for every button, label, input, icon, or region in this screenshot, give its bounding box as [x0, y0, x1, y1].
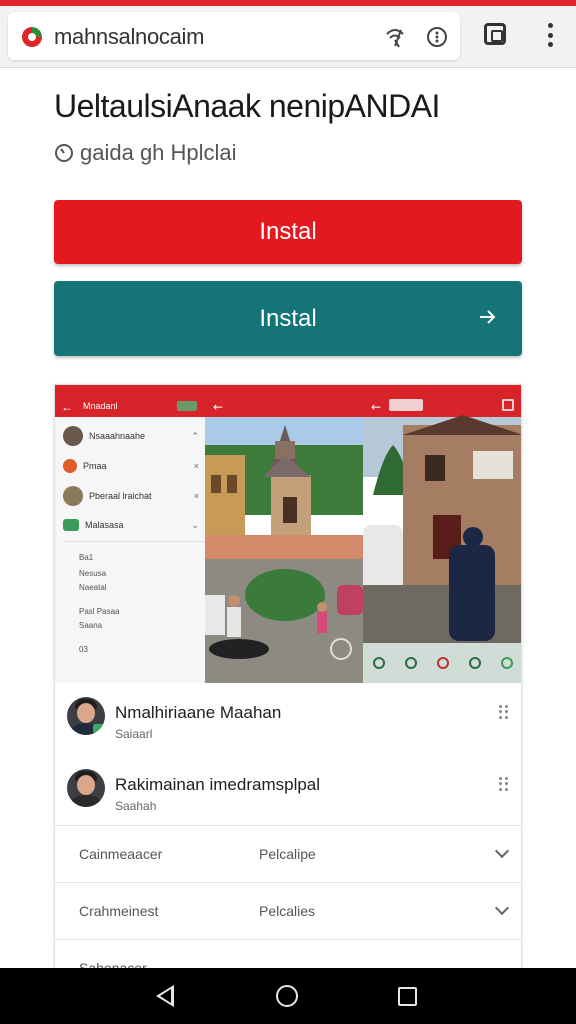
- chevron-up-icon: ⌃: [191, 431, 199, 441]
- more-vert-icon[interactable]: [538, 20, 562, 50]
- list-line: Ba1: [79, 553, 94, 562]
- clock-icon: [55, 144, 73, 162]
- contact-status: Saahah: [115, 799, 157, 813]
- profile-icon: [501, 657, 513, 669]
- url-text[interactable]: mahnsalnocaim: [54, 24, 204, 50]
- chevron-down-icon[interactable]: [494, 843, 510, 859]
- home-circle-icon[interactable]: [276, 985, 298, 1007]
- contact-name: Rakimainan imedramsplpal: [115, 775, 321, 794]
- contact-row[interactable]: Rakimainan imedramsplpal Saahah: [55, 755, 521, 827]
- list-item-label: Pberaal lraichat: [89, 491, 152, 501]
- church-photo-image: ←: [205, 385, 363, 683]
- screenshot-list[interactable]: ← Mnadanl Nsaaahnaahe ⌃ Pmaa × Pberaal l…: [55, 385, 205, 683]
- home-icon: [373, 657, 385, 669]
- screenshot-photo-building[interactable]: ←: [363, 385, 521, 683]
- list-line: 03: [79, 645, 88, 654]
- drag-handle-icon[interactable]: [499, 705, 509, 719]
- chat-icon: [469, 657, 481, 669]
- info-icon[interactable]: [424, 24, 450, 50]
- setting-value: Pelcalipe: [259, 846, 316, 862]
- drag-handle-icon[interactable]: [499, 777, 509, 791]
- recent-apps-icon[interactable]: [398, 987, 417, 1006]
- contact-status: Saiaarl: [115, 727, 153, 741]
- list-item: Pmaa: [63, 455, 197, 477]
- list-line: Pasl Pasaa: [79, 607, 120, 616]
- pin-icon: [437, 657, 449, 669]
- screenshot-list-appbar: ← Mnadanl: [55, 395, 205, 417]
- list-item: Nsaaahnaahe: [63, 425, 197, 447]
- contact-name: Nmalhiriaane Maahan: [115, 703, 282, 722]
- address-bar[interactable]: mahnsalnocaim: [8, 12, 460, 60]
- install-button-primary[interactable]: Instal: [54, 200, 522, 264]
- setting-row[interactable]: Crahmeinest Pelcalies: [55, 882, 521, 939]
- list-item-label: Nsaaahnaahe: [89, 431, 146, 441]
- install-button-secondary[interactable]: Instal: [54, 281, 522, 356]
- back-icon[interactable]: [156, 985, 174, 1007]
- close-icon: ×: [193, 491, 199, 501]
- subtitle: gaida gh Hplclai: [54, 140, 237, 166]
- avatar: [63, 459, 77, 473]
- setting-value: Pelcalies: [259, 903, 316, 919]
- subtitle-text: gaida gh Hplclai: [80, 140, 237, 165]
- list-item: Pberaal lraichat: [63, 485, 197, 507]
- page-title: UeltaulsiAnaak nenipANDAI: [54, 88, 440, 124]
- list-line: Naeatal: [79, 583, 107, 592]
- chevron-down-icon: ⌄: [191, 520, 199, 530]
- setting-label: Crahmeinest: [79, 903, 159, 919]
- tab-switcher-icon[interactable]: [484, 23, 506, 45]
- signal-icon[interactable]: [382, 24, 408, 50]
- avatar: [67, 697, 105, 735]
- browser-toolbar: mahnsalnocaim: [0, 6, 576, 68]
- svg-text:←: ←: [371, 400, 381, 414]
- screenshot-gallery[interactable]: ← Mnadanl Nsaaahnaahe ⌃ Pmaa × Pberaal l…: [55, 385, 521, 683]
- arrow-right-icon: [480, 310, 496, 324]
- list-item-label: Pmaa: [83, 461, 107, 471]
- system-navigation-bar: [0, 968, 576, 1024]
- screenshot-photo-church[interactable]: ←: [205, 385, 363, 683]
- screenshot-bottom-nav: [363, 643, 521, 683]
- contact-row[interactable]: Nmalhiriaane Maahan Saiaarl: [55, 683, 521, 755]
- close-icon: ×: [193, 461, 199, 471]
- setting-label: Cainmeaacer: [79, 846, 163, 862]
- search-icon: [405, 657, 417, 669]
- list-item-label: Malasasa: [85, 520, 124, 530]
- install-button-secondary-label: Instal: [259, 304, 317, 332]
- chip-icon: [177, 401, 197, 411]
- avatar: [63, 486, 83, 506]
- setting-row[interactable]: Cainmeaacer Pelcalipe: [55, 825, 521, 882]
- list-line: Nesusa: [79, 569, 107, 578]
- screenshot-list-title: Mnadanl: [83, 401, 118, 411]
- app-preview-card: ← Mnadanl Nsaaahnaahe ⌃ Pmaa × Pberaal l…: [54, 384, 522, 974]
- avatar: [67, 769, 105, 807]
- install-button-primary-label: Instal: [259, 218, 317, 245]
- svg-text:←: ←: [213, 400, 223, 414]
- site-logo-icon: [22, 27, 42, 47]
- list-line: Saana: [79, 621, 103, 630]
- avatar: [63, 426, 83, 446]
- back-arrow-icon: ←: [61, 400, 73, 414]
- building-photo-image: ←: [363, 385, 521, 643]
- list-item: Malasasa: [63, 514, 197, 536]
- avatar: [63, 519, 79, 531]
- chevron-down-icon[interactable]: [494, 900, 510, 916]
